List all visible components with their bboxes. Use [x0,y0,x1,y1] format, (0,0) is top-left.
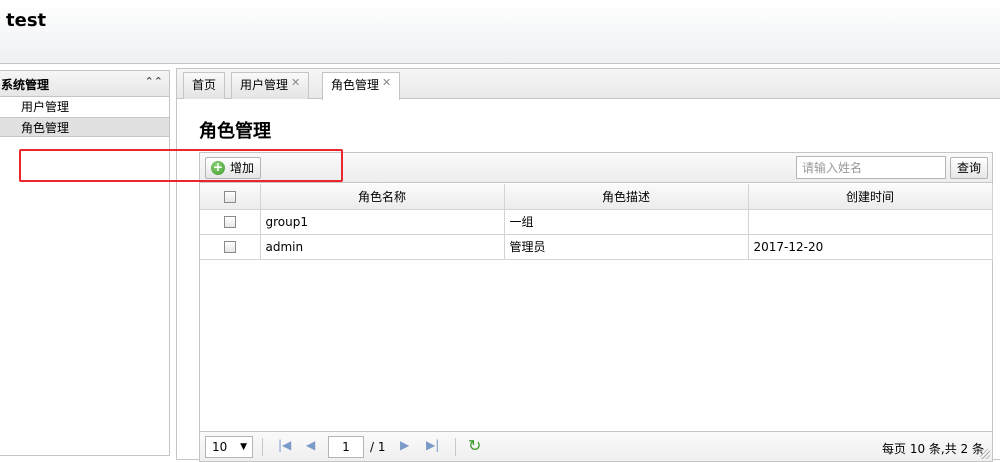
last-page-icon[interactable]: ▶| [426,438,439,452]
pager-divider [455,438,456,456]
cell-role-desc: 管理员 [504,234,749,260]
double-chevron-up-icon[interactable]: ⌃⌃ [145,75,163,88]
caret-down-icon: ▼ [240,442,247,452]
next-page-icon[interactable]: ▶ [400,438,409,452]
search-input[interactable] [796,156,946,179]
row-select-cell [200,209,261,235]
sidebar-item-user-management[interactable]: 用户管理 [0,97,169,117]
table-row[interactable]: group1 一组 [200,209,993,235]
tab-role-management-label: 角色管理 [331,78,380,92]
cell-role-name: admin [260,234,505,260]
sidebar-item-role-management[interactable]: 角色管理 [0,117,169,137]
role-table: 角色名称 角色描述 创建时间 group1 一组 admin 管理员 2017-… [200,184,993,260]
tab-bar: 首页 用户管理 ✕ 角色管理 ✕ [177,69,1000,100]
cell-role-name: group1 [260,209,505,235]
table-row[interactable]: admin 管理员 2017-12-20 [200,234,993,260]
cell-created: 2017-12-20 [748,234,993,260]
column-header-role-desc[interactable]: 角色描述 [504,184,749,210]
pagination-bar: 10 ▼ |◀ ◀ / 1 ▶ ▶| ↻ 每页 10 条,共 2 条 [200,431,992,461]
sidebar: 系统管理 ⌃⌃ 用户管理 角色管理 [0,70,170,456]
row-checkbox[interactable] [223,216,236,228]
add-button[interactable]: + 增加 [205,157,261,179]
main-panel: 首页 用户管理✕ 角色管理✕ 角色管理 + 增加 查询 角色名称 [176,68,1000,462]
row-select-cell [200,234,261,260]
column-header-role-name[interactable]: 角色名称 [260,184,505,210]
select-all-checkbox[interactable] [223,190,236,203]
page-size-select[interactable]: 10 ▼ [205,436,253,458]
select-all-cell [200,184,261,210]
page-number-input[interactable] [328,436,364,458]
tab-home-label: 首页 [192,78,217,92]
page-size-value: 10 [212,440,228,454]
add-button-label: 增加 [230,161,255,175]
app-header: test [0,0,1000,64]
resize-grip-icon[interactable] [980,449,990,459]
close-icon[interactable]: ✕ [291,76,300,89]
table-header-row: 角色名称 角色描述 创建时间 [200,184,993,210]
cell-role-desc: 一组 [504,209,749,235]
pager-divider [262,438,263,456]
app-title: test [6,10,47,31]
tab-home[interactable]: 首页 [183,72,226,99]
sidebar-header[interactable]: 系统管理 ⌃⌃ [0,71,169,97]
first-page-icon[interactable]: |◀ [278,438,291,452]
close-icon[interactable]: ✕ [382,76,391,89]
search-button[interactable]: 查询 [950,157,988,179]
add-circle-icon: + [211,160,225,175]
pager-info: 每页 10 条,共 2 条 [882,442,984,456]
cell-created [748,209,993,235]
role-datagrid: + 增加 查询 角色名称 角色描述 创建时间 group [199,152,993,462]
tab-role-management[interactable]: 角色管理 ✕ [322,72,401,100]
page-count-label: / 1 [370,440,386,454]
refresh-icon[interactable]: ↻ [468,436,481,455]
tab-user-management-label: 用户管理 [240,78,289,92]
page-title: 角色管理 [199,121,271,142]
tab-user-management[interactable]: 用户管理 ✕ [231,72,310,99]
column-header-created[interactable]: 创建时间 [748,184,993,210]
sidebar-header-title: 系统管理 [1,78,50,92]
grid-toolbar: + 增加 查询 [200,153,992,183]
prev-page-icon[interactable]: ◀ [306,438,315,452]
row-checkbox[interactable] [223,241,236,253]
